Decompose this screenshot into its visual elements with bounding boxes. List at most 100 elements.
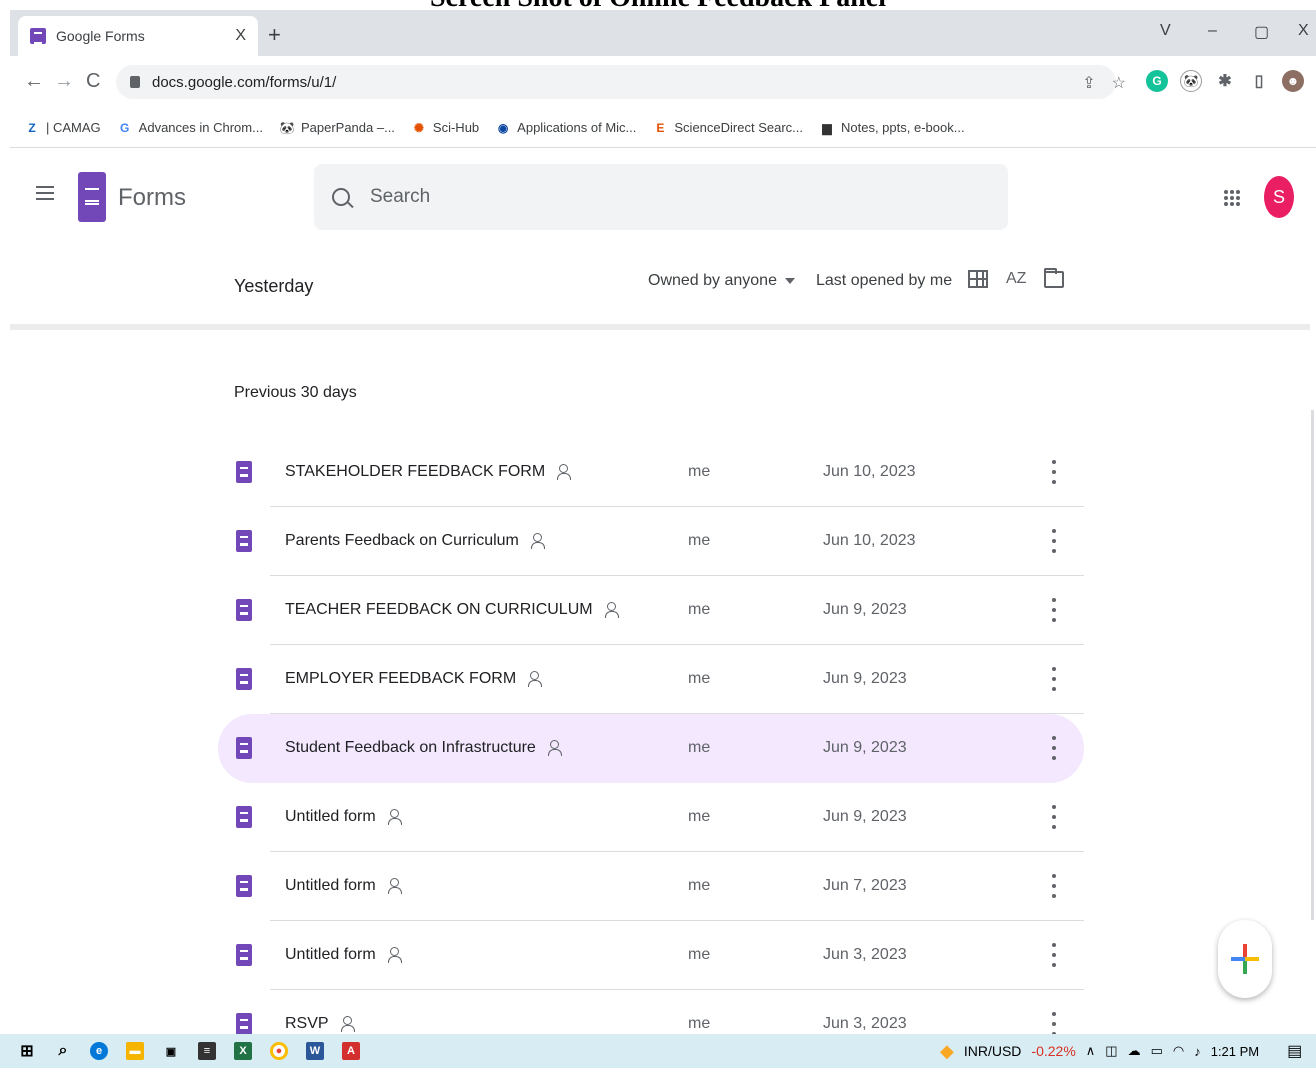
browser-toolbar: ← → C docs.google.com/forms/u/1/ ⇪ ☆ G 🐼… [10, 56, 1316, 108]
google-apps-icon[interactable] [1224, 190, 1240, 206]
form-file-icon [236, 737, 252, 759]
address-bar[interactable]: docs.google.com/forms/u/1/ [116, 65, 1116, 99]
ticker-change[interactable]: -0.22% [1031, 1043, 1075, 1059]
form-row[interactable]: Untitled form me Jun 9, 2023 [218, 783, 1084, 852]
browser-tab[interactable]: Google Forms X [18, 16, 258, 56]
meet-icon[interactable]: ◫ [1105, 1043, 1117, 1059]
tab-close-icon[interactable]: X [235, 27, 246, 45]
forward-arrow-icon[interactable]: → [54, 70, 74, 93]
search-bar[interactable] [314, 164, 1008, 230]
side-panel-icon[interactable]: ▯ [1248, 70, 1270, 92]
currency-ticker-icon[interactable]: ◆ [940, 1041, 954, 1062]
caret-down-icon [784, 277, 795, 284]
bookmark-item[interactable]: E ScienceDirect Searc... [652, 120, 803, 136]
shared-people-icon [387, 947, 406, 963]
form-owner: me [688, 601, 711, 618]
form-row[interactable]: TEACHER FEEDBACK ON CURRICULUM me Jun 9, 2… [218, 576, 1084, 645]
extensions-puzzle-icon[interactable]: ✱ [1214, 70, 1236, 92]
form-row[interactable]: Parents Feedback on Curriculum me Jun 10, … [218, 507, 1084, 576]
bookmark-label: Advances in Chrom... [138, 120, 263, 135]
bookmark-item[interactable]: 🐼 PaperPanda –... [279, 120, 394, 136]
create-form-button[interactable] [1218, 920, 1272, 998]
form-file-icon [236, 530, 252, 552]
form-file-icon [236, 875, 252, 897]
onedrive-icon[interactable]: ☁ [1128, 1043, 1141, 1059]
bookmark-item[interactable]: G Advances in Chrom... [117, 120, 263, 136]
app-title[interactable]: Forms [118, 184, 186, 212]
folder-picker-icon[interactable] [1044, 267, 1065, 288]
form-owner: me [688, 877, 711, 894]
new-tab-button[interactable]: + [268, 22, 281, 48]
form-row[interactable]: STAKEHOLDER FEEDBACK FORM me Jun 10, 2023 [218, 438, 1084, 507]
volume-icon[interactable]: ♪ [1194, 1044, 1201, 1059]
excel-icon[interactable]: X [234, 1042, 252, 1060]
bookmark-star-icon[interactable]: ☆ [1112, 73, 1126, 93]
form-row[interactable]: Untitled form me Jun 3, 2023 [218, 921, 1084, 990]
form-file-icon [236, 944, 252, 966]
bookmark-favicon-icon: E [656, 120, 665, 135]
search-icon[interactable] [332, 188, 350, 206]
battery-icon[interactable]: ▭ [1151, 1043, 1163, 1059]
acrobat-icon[interactable]: A [342, 1042, 360, 1060]
chevron-up-icon[interactable]: ∧ [1086, 1043, 1096, 1059]
more-options-icon[interactable] [1052, 1012, 1056, 1036]
search-input[interactable] [370, 186, 970, 208]
caption-text: Screen Shot of Online Feedback Panel [0, 0, 1316, 10]
grammarly-extension-icon[interactable]: G [1146, 70, 1168, 92]
back-arrow-icon[interactable]: ← [24, 70, 44, 93]
ticker-label[interactable]: INR/USD [964, 1043, 1022, 1059]
close-window-button[interactable]: X [1298, 22, 1309, 40]
more-options-icon[interactable] [1052, 529, 1056, 553]
bookmark-favicon-icon: ▆ [822, 120, 832, 135]
store-icon[interactable]: ▣ [162, 1042, 180, 1060]
bookmark-item[interactable]: Z | CAMAG [24, 120, 100, 136]
chrome-icon[interactable]: ● [270, 1042, 288, 1060]
form-title: Untitled form [285, 808, 376, 825]
forms-logo-icon[interactable] [78, 172, 106, 222]
form-title: STAKEHOLDER FEEDBACK FORM [285, 463, 546, 480]
bookmarks-bar: Z | CAMAG G Advances in Chrom... 🐼 PaperPanda… [10, 108, 1316, 148]
winrar-icon[interactable]: ≡ [198, 1042, 216, 1060]
tab-search-icon[interactable]: V [1160, 22, 1171, 40]
owner-filter-dropdown[interactable]: Owned by anyone [648, 272, 795, 290]
system-tray: ◆ INR/USD -0.22% ∧ ◫ ☁ ▭ ◠ ♪ 1:21 PM ▤ [940, 1034, 1302, 1068]
form-title: TEACHER FEEDBACK ON CURRICULUM [285, 601, 593, 618]
sort-az-icon[interactable]: AZ [1006, 270, 1026, 288]
forms-favicon-icon [30, 28, 46, 44]
wifi-icon[interactable]: ◠ [1173, 1043, 1184, 1059]
form-row[interactable]: EMPLOYER FEEDBACK FORM me Jun 9, 2023 [218, 645, 1084, 714]
scrollbar[interactable] [1311, 410, 1314, 920]
more-options-icon[interactable] [1052, 805, 1056, 829]
search-icon[interactable]: ⌕ [54, 1042, 72, 1060]
more-options-icon[interactable] [1052, 943, 1056, 967]
account-avatar[interactable]: S [1264, 176, 1294, 218]
edge-browser-icon[interactable]: e [90, 1042, 108, 1060]
word-icon[interactable]: W [306, 1042, 324, 1060]
file-explorer-icon[interactable]: ▬ [126, 1042, 144, 1060]
bookmark-item[interactable]: ◉ Applications of Mic... [495, 120, 636, 136]
maximize-button[interactable]: ▢ [1254, 22, 1269, 42]
minimize-button[interactable]: – [1208, 22, 1217, 40]
main-menu-icon[interactable] [36, 186, 54, 200]
grid-view-icon[interactable] [968, 270, 988, 288]
form-file-icon [236, 461, 252, 483]
more-options-icon[interactable] [1052, 598, 1056, 622]
sort-dropdown[interactable]: Last opened by me [816, 272, 952, 290]
bookmark-item[interactable]: ▆ Notes, ppts, e-book... [819, 120, 964, 136]
form-row[interactable]: Untitled form me Jun 7, 2023 [218, 852, 1084, 921]
share-icon[interactable]: ⇪ [1082, 73, 1095, 93]
windows-start-icon[interactable]: ⊞ [18, 1042, 36, 1060]
form-owner: me [688, 1015, 711, 1032]
more-options-icon[interactable] [1052, 736, 1056, 760]
paperpanda-extension-icon[interactable]: 🐼 [1180, 70, 1202, 92]
form-row[interactable]: Student Feedback on Infrastructure me Jun … [218, 714, 1084, 783]
notifications-icon[interactable]: ▤ [1287, 1041, 1302, 1061]
more-options-icon[interactable] [1052, 667, 1056, 691]
more-options-icon[interactable] [1052, 460, 1056, 484]
profile-icon[interactable]: ☻ [1282, 70, 1304, 92]
clock[interactable]: 1:21 PM [1211, 1044, 1259, 1059]
more-options-icon[interactable] [1052, 874, 1056, 898]
reload-icon[interactable]: C [86, 70, 100, 93]
bookmark-favicon-icon: ✺ [413, 120, 424, 135]
bookmark-item[interactable]: ✺ Sci-Hub [411, 120, 479, 136]
